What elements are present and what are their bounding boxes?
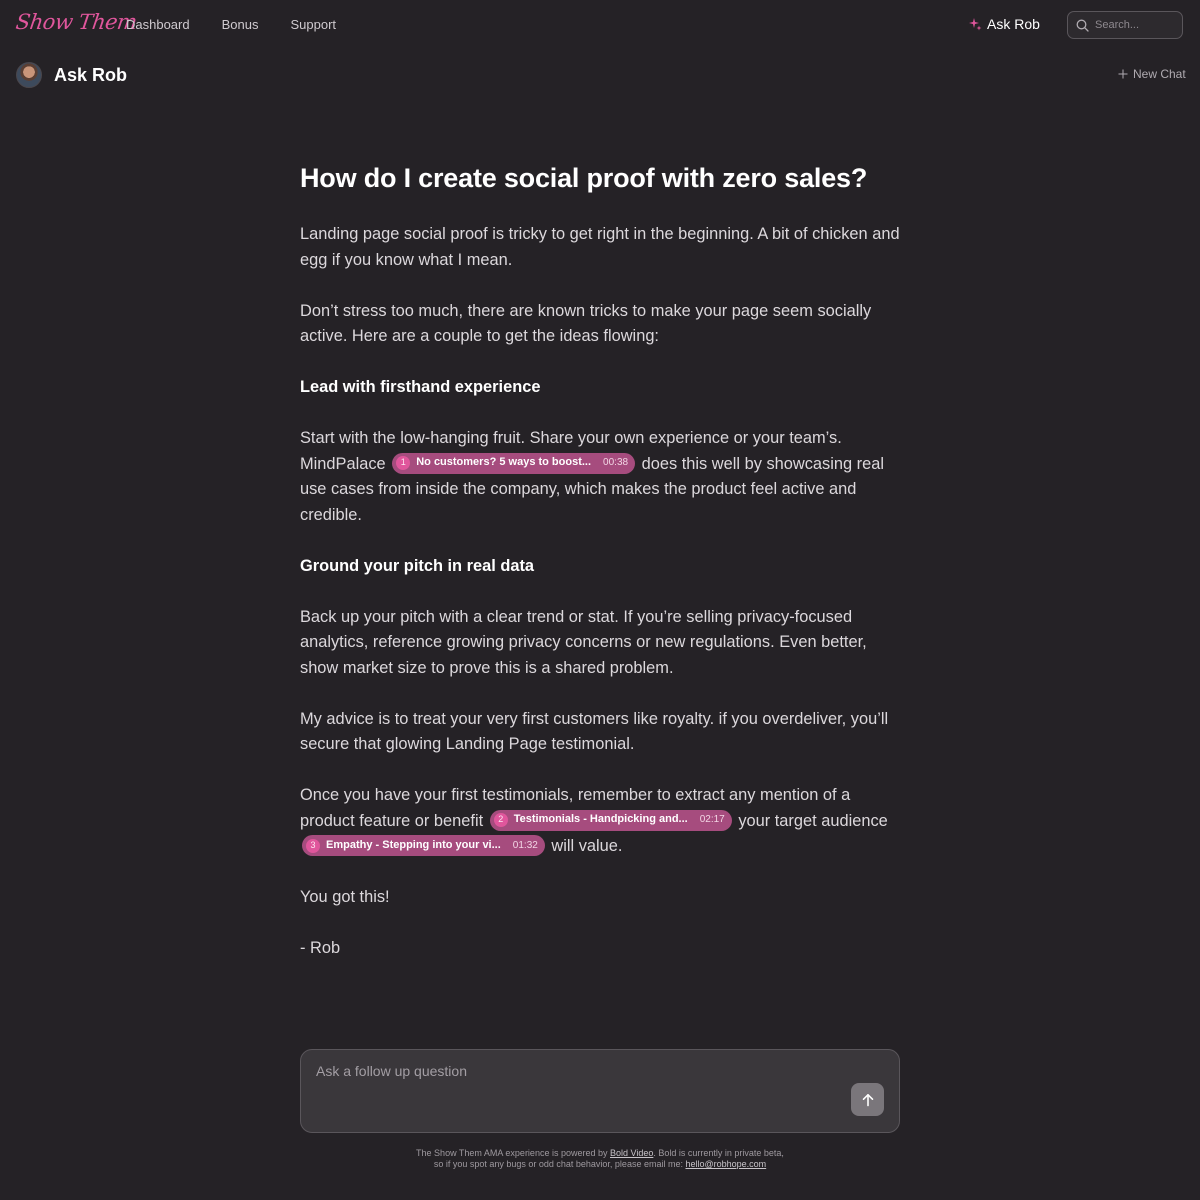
chat-header: Ask Rob (16, 62, 127, 88)
follow-up-input[interactable] (316, 1063, 836, 1113)
citation-title: Empathy - Stepping into your vi... (326, 838, 501, 851)
send-button[interactable] (851, 1083, 884, 1116)
arrow-up-icon (862, 1093, 873, 1106)
footer-line: so if you spot any bugs or odd chat beha… (300, 1159, 900, 1170)
nav-link-bonus[interactable]: Bonus (222, 17, 259, 32)
avatar (16, 62, 42, 88)
answer-paragraph: You got this! (300, 888, 390, 906)
citation-number: 1 (396, 456, 411, 471)
section-heading: Ground your pitch in real data (300, 556, 535, 575)
nav-link-support[interactable]: Support (290, 17, 336, 32)
search-input[interactable] (1095, 19, 1175, 31)
video-citation-chip[interactable]: 2 Testimonials - Handpicking and... 02:1… (489, 809, 732, 831)
chat-answer: How do I create social proof with zero s… (300, 160, 900, 987)
ask-rob-label: Ask Rob (987, 16, 1040, 32)
answer-paragraph: Landing page social proof is tricky to g… (300, 225, 900, 269)
page-title: Ask Rob (54, 64, 128, 85)
text-span: will value. (551, 837, 623, 855)
answer-paragraph: My advice is to treat your very first cu… (300, 709, 889, 754)
footer-text: The Show Them AMA experience is powered … (416, 1148, 608, 1158)
nav-links: Dashboard Bonus Support (126, 17, 336, 32)
citation-number: 3 (306, 838, 320, 853)
new-chat-button[interactable]: New Chat (1118, 67, 1186, 81)
citation-time: 02:17 (699, 814, 725, 826)
answer-paragraph: Once you have your first testimonials, r… (300, 783, 900, 860)
signature: - Rob (300, 939, 341, 957)
citation-title: Testimonials - Handpicking and... (513, 813, 688, 826)
nav-link-dashboard[interactable]: Dashboard (126, 17, 190, 32)
ask-rob-link[interactable]: Ask Rob (968, 16, 1040, 32)
search-icon (1076, 19, 1089, 32)
email-link[interactable]: hello@robhope.com (685, 1159, 766, 1169)
plus-icon (1118, 69, 1128, 79)
video-citation-chip[interactable]: 3 Empathy - Stepping into your vi... 01:… (302, 835, 545, 857)
bold-video-link[interactable]: Bold Video (610, 1148, 653, 1158)
answer-paragraph: Start with the low-hanging fruit. Share … (300, 426, 900, 528)
top-nav: Show Them Dashboard Bonus Support Ask Ro… (0, 0, 1200, 50)
search-box[interactable] (1067, 11, 1183, 39)
citation-title: No customers? 5 ways to boost... (416, 456, 592, 469)
footer-line: The Show Them AMA experience is powered … (300, 1148, 900, 1159)
footer-text: . Bold is currently in private beta, (653, 1148, 784, 1158)
citation-time: 01:32 (512, 839, 538, 851)
footer-note: The Show Them AMA experience is powered … (300, 1148, 900, 1170)
text-span: your target audience (738, 811, 888, 830)
citation-time: 00:38 (603, 457, 629, 469)
citation-number: 2 (493, 813, 508, 828)
question-title: How do I create social proof with zero s… (300, 163, 868, 193)
follow-up-box (300, 1049, 900, 1133)
footer-text: so if you spot any bugs or odd chat beha… (433, 1159, 683, 1169)
answer-paragraph: Back up your pitch with a clear trend or… (300, 607, 867, 677)
sparkle-icon (969, 18, 982, 31)
new-chat-label: New Chat (1133, 67, 1186, 81)
video-citation-chip[interactable]: 1 No customers? 5 ways to boost... 00:38 (392, 452, 636, 474)
section-heading: Lead with firsthand experience (300, 378, 541, 396)
logo[interactable]: Show Them (14, 10, 138, 34)
answer-paragraph: Don’t stress too much, there are known t… (300, 301, 872, 346)
